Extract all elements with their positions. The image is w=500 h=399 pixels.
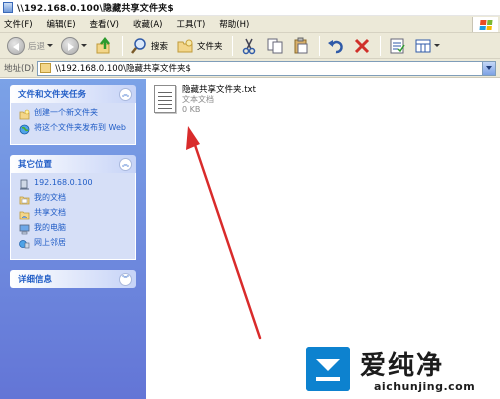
watermark-url: aichunjing.com	[374, 380, 476, 393]
watermark: 爱纯净 aichunjing.com	[306, 345, 496, 395]
watermark-brand: 爱纯净	[360, 351, 445, 381]
watermark-logo-icon	[306, 347, 350, 391]
annotation-arrow	[186, 126, 262, 340]
